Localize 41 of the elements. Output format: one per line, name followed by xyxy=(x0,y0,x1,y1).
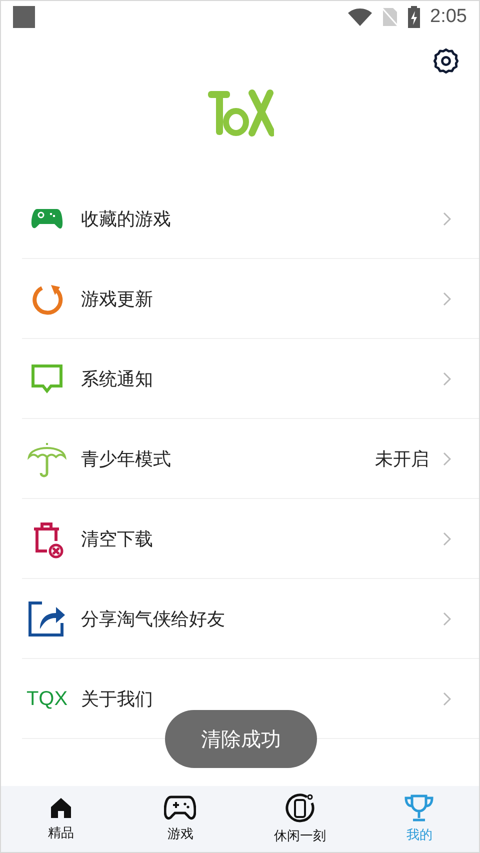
brand-label: TQX xyxy=(26,688,68,710)
menu-item[interactable]: 游戏更新 xyxy=(1,259,479,339)
menu-item[interactable]: 青少年模式 未开启 xyxy=(1,419,479,499)
nav-tab[interactable]: 游戏 xyxy=(120,786,240,852)
toast-message: 清除成功 xyxy=(165,710,317,768)
notification-icon xyxy=(13,6,35,28)
menu-label: 分享淘气侠给好友 xyxy=(81,608,226,631)
share-icon xyxy=(28,601,66,637)
wifi-icon xyxy=(348,8,372,26)
menu-item[interactable]: 收藏的游戏 xyxy=(1,179,479,259)
menu-label: 关于我们 xyxy=(81,688,154,711)
clock-time: 2:05 xyxy=(430,6,467,28)
home-icon xyxy=(48,796,73,820)
trophy-icon xyxy=(404,794,434,822)
chevron-icon xyxy=(443,452,451,466)
menu-label: 清空下载 xyxy=(81,528,154,551)
gamepad-icon xyxy=(164,795,196,821)
chevron-icon xyxy=(443,532,451,546)
menu-item[interactable]: 系统通知 xyxy=(1,339,479,419)
menu-label: 收藏的游戏 xyxy=(81,208,172,231)
chevron-icon xyxy=(443,692,451,706)
chevron-icon xyxy=(443,292,451,306)
menu-item[interactable]: 分享淘气侠给好友 xyxy=(1,579,479,659)
menu-item[interactable]: 清空下载 xyxy=(1,499,479,579)
menu-label: 游戏更新 xyxy=(81,288,154,311)
menu-label: 青少年模式 xyxy=(81,448,172,471)
nav-tab[interactable]: 精品 xyxy=(1,786,120,852)
gamepad-icon xyxy=(31,207,63,231)
settings-icon[interactable] xyxy=(433,48,459,74)
message-icon xyxy=(31,364,63,394)
sim-off-icon xyxy=(382,7,398,27)
nav-tab[interactable]: 休闲一刻 xyxy=(240,786,360,852)
refresh-icon xyxy=(31,283,63,315)
chevron-icon xyxy=(443,612,451,626)
battery-icon xyxy=(408,6,420,28)
logo-drawing xyxy=(206,89,274,139)
chevron-icon xyxy=(443,372,451,386)
chevron-icon xyxy=(443,212,451,226)
phone-icon xyxy=(284,793,315,823)
status-value: 未开启 xyxy=(375,448,429,471)
menu-label: 系统通知 xyxy=(81,368,154,391)
